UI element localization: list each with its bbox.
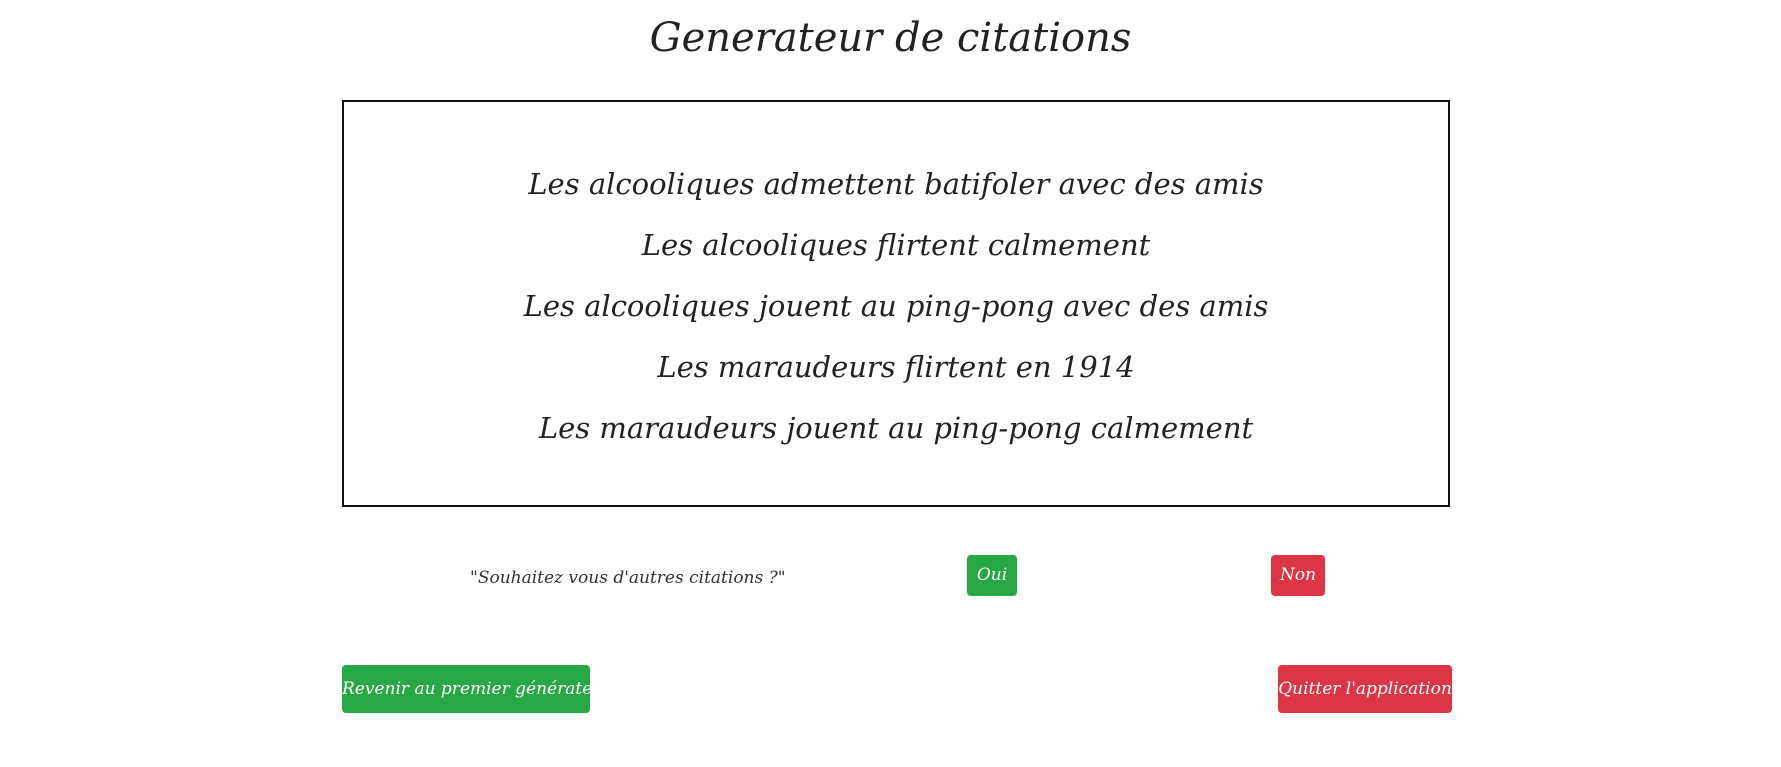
quote-item: Les alcooliques flirtent calmement	[641, 228, 1151, 262]
no-button[interactable]: Non	[1271, 555, 1325, 596]
back-to-first-generator-button[interactable]: Revenir au premier générateur	[342, 665, 611, 713]
quotes-panel: Les alcooliques admettent batifoler avec…	[342, 100, 1450, 507]
quote-item: Les maraudeurs flirtent en 1914	[657, 350, 1135, 384]
quote-list: Les alcooliques admettent batifoler avec…	[344, 154, 1448, 459]
quote-item: Les alcooliques jouent au ping-pong avec…	[523, 289, 1269, 323]
page-title: Generateur de citations	[649, 15, 1132, 61]
more-quotes-question: "Souhaitez vous d'autres citations ?"	[470, 568, 786, 588]
quote-item: Les maraudeurs jouent au ping-pong calme…	[538, 411, 1254, 445]
yes-button[interactable]: Oui	[967, 555, 1017, 596]
quit-application-button[interactable]: Quitter l'application	[1278, 665, 1452, 713]
quote-item: Les alcooliques admettent batifoler avec…	[528, 167, 1264, 201]
